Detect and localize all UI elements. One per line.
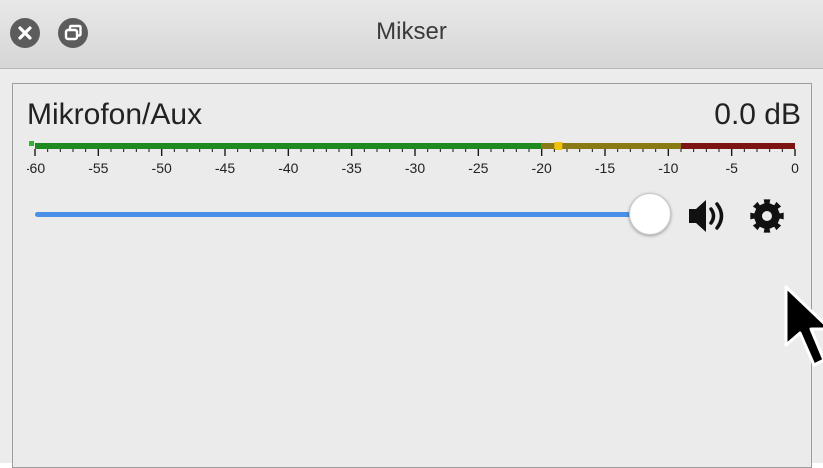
- speaker-icon: [689, 200, 724, 232]
- volume-db-readout: 0.0 dB: [714, 98, 801, 131]
- meter-tick-label: -45: [215, 160, 235, 176]
- meter-tick-label: -50: [152, 160, 172, 176]
- source-name-label: Mikrofon/Aux: [27, 98, 203, 131]
- meter-tick-label: -60: [27, 160, 45, 176]
- meter-green-segment: [35, 143, 542, 149]
- meter-yellow-segment: [541, 143, 681, 149]
- mute-button[interactable]: [685, 196, 735, 236]
- meter-tick-label: -10: [658, 160, 678, 176]
- mouse-pointer-icon: [784, 285, 823, 367]
- audio-source-panel: Mikrofon/Aux 0.0 dB -60-55-50-45-40-35-3…: [12, 83, 812, 468]
- meter-tick-label: -30: [405, 160, 425, 176]
- volume-meter: -60-55-50-45-40-35-30-25-20-15-10-50: [27, 141, 799, 176]
- settings-button[interactable]: [747, 196, 787, 236]
- meter-tick-label: -35: [342, 160, 362, 176]
- volume-slider-track[interactable]: [35, 212, 653, 217]
- gear-hole: [762, 211, 772, 221]
- meter-tick-label: -25: [468, 160, 488, 176]
- gear-icon: [750, 199, 784, 233]
- meter-tick-label: -40: [278, 160, 298, 176]
- meter-level-indicator: [29, 141, 34, 146]
- window-title: Mikser: [376, 18, 447, 45]
- mixer-window: Mikser Mikrofon/Aux 0.0 dB -60-55-50-45-…: [0, 0, 823, 468]
- title-bar[interactable]: Mikser: [0, 0, 823, 69]
- meter-tick-label: -15: [595, 160, 615, 176]
- meter-tick-label: -5: [725, 160, 738, 176]
- meter-tick-label: -20: [532, 160, 552, 176]
- mouse-pointer: [780, 283, 823, 373]
- meter-peak-marker: [554, 142, 563, 150]
- meter-tick-label: 0: [791, 160, 799, 176]
- meter-tick-label: -55: [88, 160, 108, 176]
- meter-red-segment: [681, 143, 795, 149]
- volume-slider-handle[interactable]: [629, 193, 671, 235]
